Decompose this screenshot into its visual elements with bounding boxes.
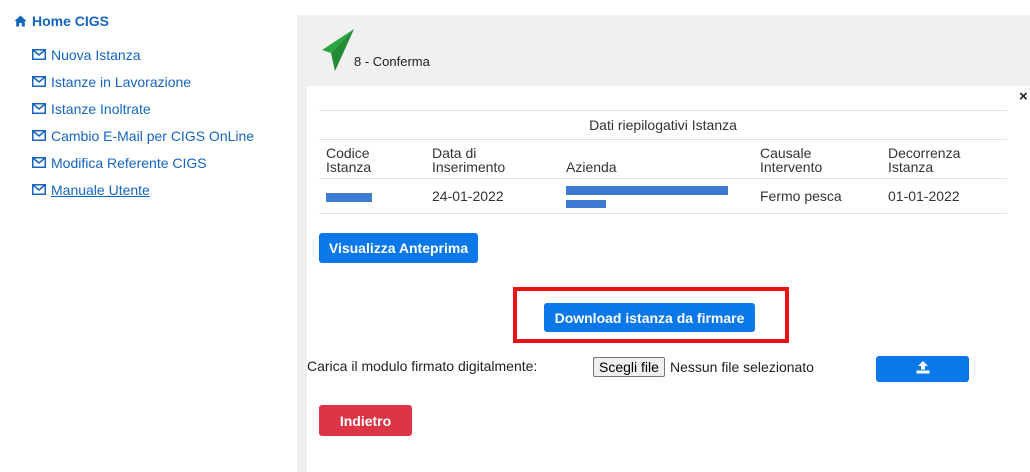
redacted-block	[566, 200, 606, 208]
preview-button[interactable]: Visualizza Anteprima	[319, 233, 478, 263]
download-button[interactable]: Download istanza da firmare	[544, 303, 755, 332]
upload-icon	[916, 361, 930, 377]
file-status: Nessun file selezionato	[670, 359, 814, 375]
column-header-decorrenza: Decorrenza Istanza	[881, 139, 1007, 179]
sidebar-item-label: Nuova Istanza	[51, 46, 141, 63]
sidebar-item-label: Manuale Utente	[51, 181, 150, 198]
sidebar-item-istanze-inoltrate[interactable]: Istanze Inoltrate	[32, 95, 254, 122]
paper-plane-icon	[321, 28, 355, 77]
column-header-codice: Codice Istanza	[319, 139, 425, 179]
sidebar-item-nuova-istanza[interactable]: Nuova Istanza	[32, 41, 254, 68]
upload-label: Carica il modulo firmato digitalmente:	[307, 358, 538, 374]
envelope-icon	[32, 49, 46, 60]
sidebar-item-istanze-in-lavorazione[interactable]: Istanze in Lavorazione	[32, 68, 254, 95]
home-label: Home CIGS	[32, 13, 110, 29]
envelope-icon	[32, 184, 46, 195]
upload-button[interactable]	[876, 356, 969, 382]
cell-codice	[319, 178, 425, 214]
envelope-icon	[32, 103, 46, 114]
back-button[interactable]: Indietro	[319, 405, 412, 436]
table-row: 24-01-2022 Fermo pesca 01-01-2022	[319, 178, 1007, 214]
sidebar: Home CIGS Nuova Istanza Istanze in Lavor…	[0, 0, 290, 472]
sidebar-item-cambio-email[interactable]: Cambio E-Mail per CIGS OnLine	[32, 122, 254, 149]
sidebar-item-modifica-referente[interactable]: Modifica Referente CIGS	[32, 149, 254, 176]
column-header-causale: Causale Intervento	[753, 139, 881, 179]
column-header-azienda: Azienda	[559, 139, 753, 179]
step-header: 8 - Conferma	[297, 15, 1030, 86]
summary-table: Dati riepilogativi Istanza Codice Istanza…	[319, 110, 1007, 214]
cell-causale: Fermo pesca	[753, 178, 881, 214]
redacted-block	[566, 186, 728, 195]
table-caption: Dati riepilogativi Istanza	[319, 110, 1007, 140]
envelope-icon	[32, 76, 46, 87]
home-link[interactable]: Home CIGS	[14, 13, 109, 29]
redacted-block	[326, 192, 372, 202]
nav-list: Nuova Istanza Istanze in Lavorazione Ist…	[32, 41, 254, 203]
column-header-data: Data di Inserimento	[425, 139, 559, 179]
sidebar-item-label: Istanze Inoltrate	[51, 100, 151, 117]
cell-azienda	[559, 178, 753, 214]
envelope-icon	[32, 157, 46, 168]
main-panel: 8 - Conferma × Dati riepilogativi Istanz…	[297, 15, 1030, 472]
cell-decorrenza: 01-01-2022	[881, 178, 1007, 214]
home-icon	[14, 15, 27, 27]
sidebar-item-label: Istanze in Lavorazione	[51, 73, 192, 90]
sidebar-item-label: Cambio E-Mail per CIGS OnLine	[51, 127, 255, 144]
step-label: 8 - Conferma	[354, 54, 430, 69]
table-header-row: Codice Istanza Data di Inserimento Azienda…	[319, 139, 1007, 179]
panel-border	[297, 86, 307, 472]
envelope-icon	[32, 130, 46, 141]
cell-data-inserimento: 24-01-2022	[425, 178, 559, 214]
file-choose-button[interactable]: Scegli file	[593, 357, 665, 377]
sidebar-item-label: Modifica Referente CIGS	[51, 154, 207, 171]
sidebar-item-manuale-utente[interactable]: Manuale Utente	[32, 176, 254, 203]
close-icon[interactable]: ×	[1019, 88, 1028, 105]
